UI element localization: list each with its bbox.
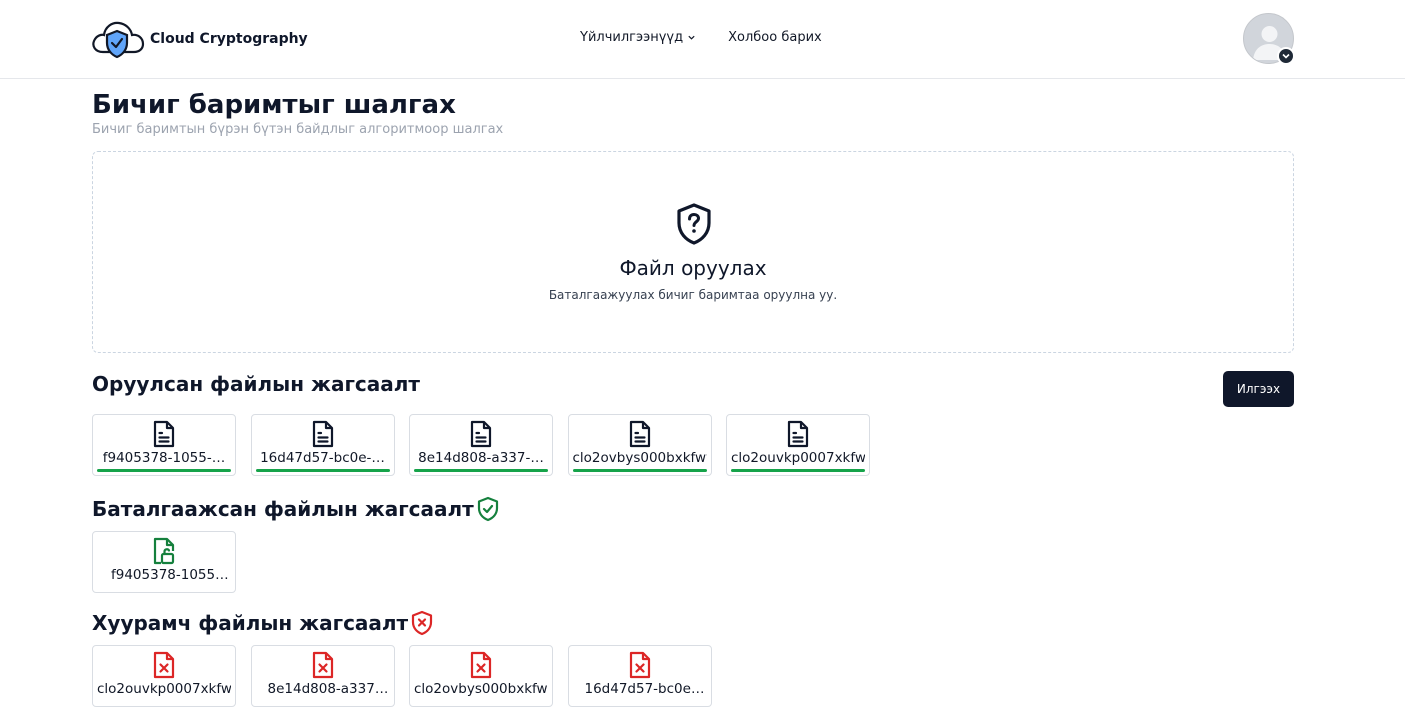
file-text-icon [312,420,333,448]
file-name: 16d47d57-bc0e-… [584,681,707,697]
file-text-icon [153,420,175,448]
fake-file-card[interactable]: 16d47d57-bc0e-… [567,645,712,707]
avatar-dropdown-badge [1277,47,1295,65]
dropzone-title: Файл оруулах [619,256,767,280]
nav-services[interactable]: Үйлчилгээнүүд [580,30,696,45]
file-name: f9405378-1055-… [102,450,226,466]
dropzone-subtitle: Баталгаажуулах бичиг баримтаа оруулна уу… [548,288,838,302]
file-name: clo2ovbys000bxkfwv [572,450,707,466]
top-header: Cloud Cryptography Үйлчилгээнүүд Холбоо … [0,0,1405,79]
file-name: 8e14d808-a337-… [267,681,390,697]
file-name: 16d47d57-bc0e-… [260,450,385,466]
file-name: 8e14d808-a337-… [418,450,544,466]
file-text-icon [629,420,650,448]
send-button[interactable]: Илгээх [1223,371,1294,407]
user-menu[interactable] [1243,13,1295,65]
app-name: Cloud Cryptography [150,31,308,47]
verified-files-list: f9405378-1055-… [92,531,251,593]
upload-progress-bar [731,469,865,472]
fake-file-card[interactable]: clo2ovbys000bxkfwv [409,645,553,707]
shield-check-icon [477,496,498,522]
uploaded-files-title-text: Оруулсан файлын жагсаалт [92,372,420,396]
uploaded-files-list: f9405378-1055-… 16d47d57-bc0e-… 8e14d808… [92,414,885,476]
file-text-icon [470,420,492,448]
file-text-icon [787,420,809,448]
fake-files-list: clo2ouvkp0007xkfw6 8e14d808-a337-… clo2o… [92,645,726,707]
file-x-icon [470,651,492,679]
file-x-icon [153,651,175,679]
upload-progress-bar [97,469,231,472]
chevron-down-icon [688,35,695,40]
upload-progress-bar [255,469,390,472]
verified-files-title: Баталгаажсан файлын жагсаалт [92,496,500,522]
nav-services-label: Үйлчилгээнүүд [580,30,684,45]
file-name: f9405378-1055-… [111,567,229,583]
fake-file-card[interactable]: 8e14d808-a337-… [250,645,395,707]
verified-file-card[interactable]: f9405378-1055-… [92,531,236,593]
logo[interactable]: Cloud Cryptography [91,16,308,62]
page-subtitle: Бичиг баримтын бүрэн бүтэн байдлыг алгор… [92,122,504,137]
fake-file-card[interactable]: clo2ouvkp0007xkfw6 [92,645,236,707]
file-name: clo2ovbys000bxkfwv [414,681,548,697]
file-name: clo2ouvkp0007xkfw6 [731,450,865,466]
uploaded-file-card[interactable]: f9405378-1055-… [92,414,236,476]
file-x-icon [629,651,650,679]
page-title: Бичиг баримтыг шалгах [92,90,456,120]
shield-question-icon [677,203,711,245]
nav-contact-label: Холбоо барих [728,30,822,45]
uploaded-file-card[interactable]: clo2ovbys000bxkfwv [567,414,712,476]
file-lock-open-icon [153,537,175,565]
uploaded-file-card[interactable]: 16d47d57-bc0e-… [250,414,395,476]
shield-x-icon [412,610,433,636]
file-name: clo2ouvkp0007xkfw6 [97,681,231,697]
upload-progress-bar [572,469,707,472]
cloud-shield-logo-icon [92,21,145,59]
nav-contact[interactable]: Холбоо барих [728,30,822,45]
upload-progress-bar [414,469,548,472]
file-dropzone[interactable] [92,151,1294,353]
fake-files-title-text: Хуурамч файлын жагсаалт [92,611,409,635]
file-x-icon [312,651,333,679]
uploaded-file-card[interactable]: 8e14d808-a337-… [409,414,553,476]
chevron-down-icon [1282,53,1290,59]
verified-files-title-text: Баталгаажсан файлын жагсаалт [92,497,474,521]
main-nav: Үйлчилгээнүүд Холбоо барих [580,30,822,45]
uploaded-files-title: Оруулсан файлын жагсаалт [92,372,420,396]
fake-files-title: Хуурамч файлын жагсаалт [92,610,434,636]
uploaded-file-card[interactable]: clo2ouvkp0007xkfw6 [726,414,870,476]
